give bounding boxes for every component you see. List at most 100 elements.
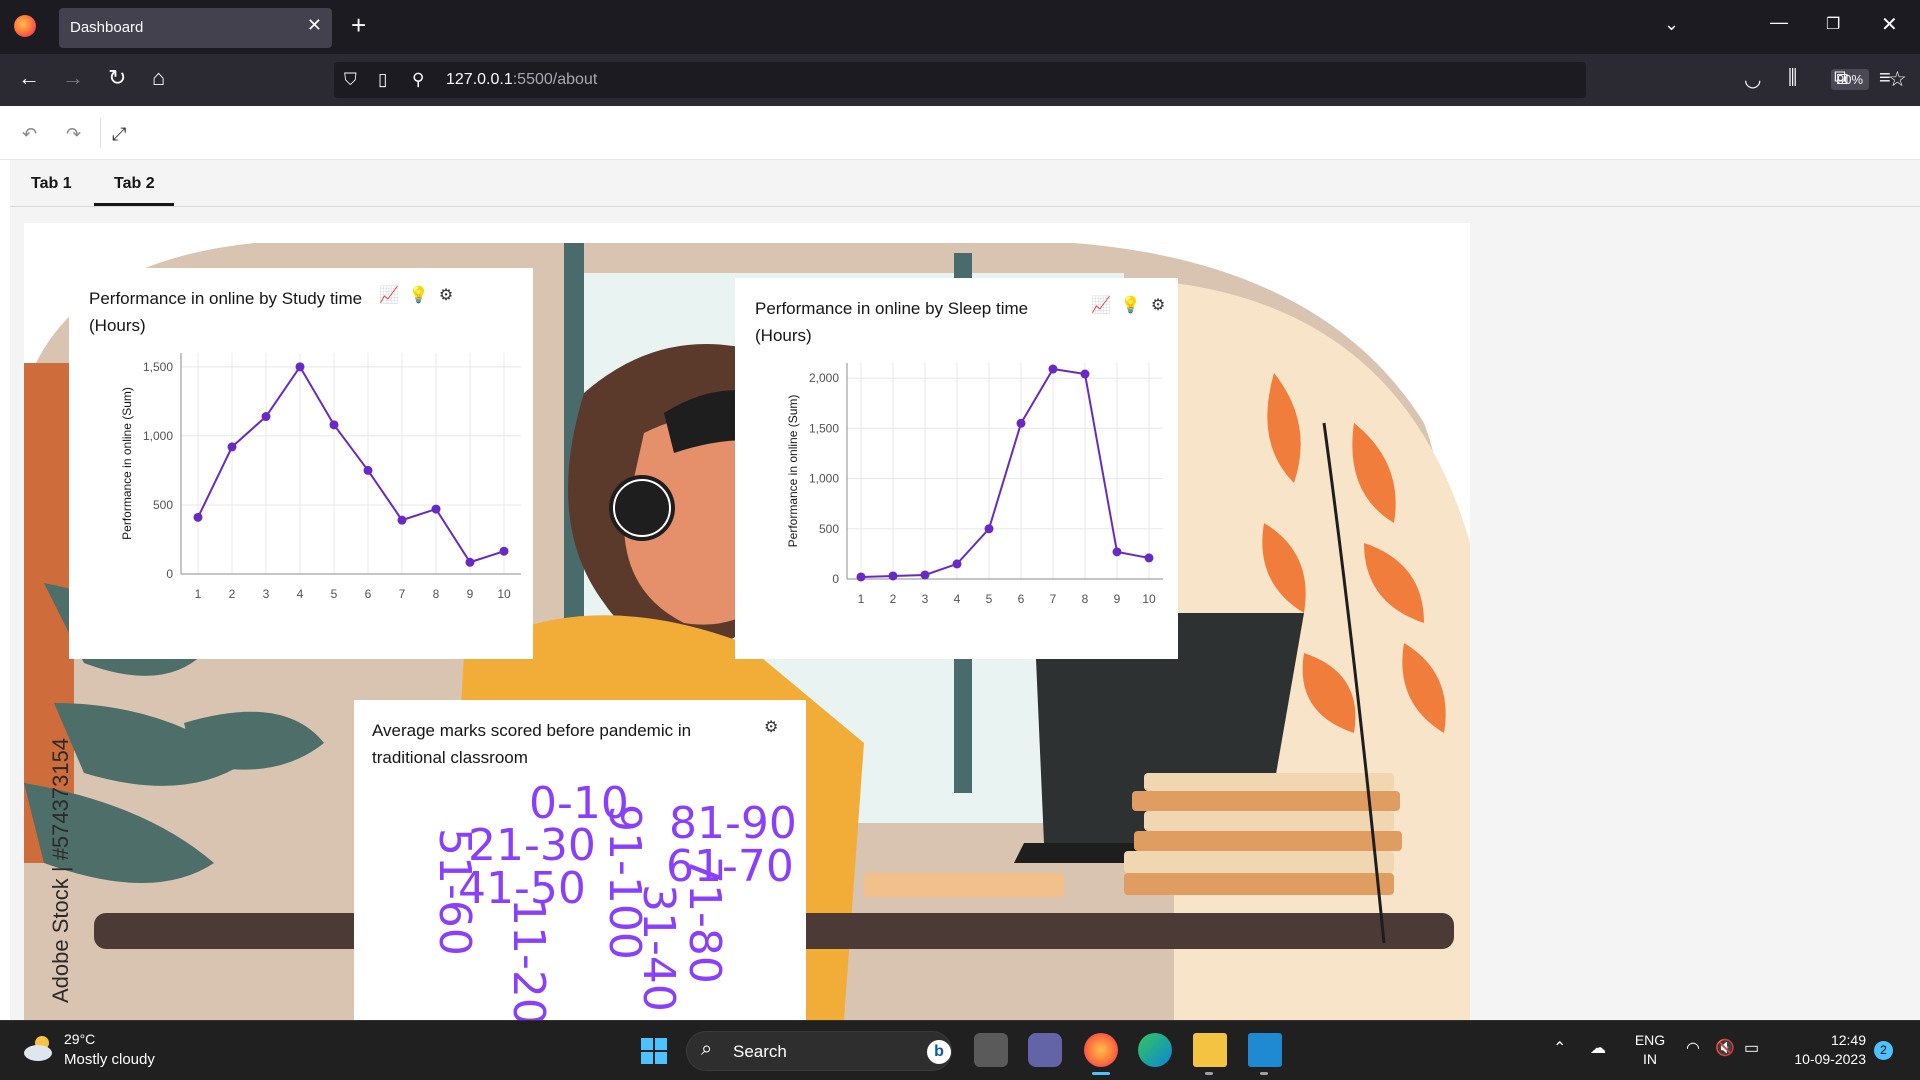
data-point	[856, 572, 866, 582]
close-window-button[interactable]: ✕	[1881, 12, 1898, 37]
cloudy-weather-icon[interactable]	[22, 1033, 56, 1063]
data-point	[984, 524, 994, 534]
selected-tab-indicator	[94, 203, 174, 206]
tracking-shield-icon[interactable]: ⛉	[344, 70, 357, 90]
series-line	[197, 364, 505, 564]
marks-wordcloud: 0-1021-3041-5051-6011-2091-100 81-9061-70…	[429, 778, 797, 1020]
file-explorer-icon[interactable]	[1193, 1033, 1227, 1067]
clock-date: 10-09-2023	[1794, 1051, 1866, 1067]
address-bar[interactable]: ⛉ ▯ ⚲ 127.0.0.1:5500/about 90% ☆	[334, 62, 1907, 98]
weather-description[interactable]: Mostly cloudy	[64, 1051, 155, 1068]
list-all-tabs-icon[interactable]: ⌄	[1664, 14, 1679, 35]
y-tick-label: 1,000	[143, 429, 173, 443]
data-point	[1112, 547, 1122, 557]
url-text[interactable]: 127.0.0.1:5500/about	[446, 71, 597, 89]
wordcloud-word: 71-80	[679, 856, 730, 984]
data-point	[363, 465, 373, 475]
keyboard-region: IN	[1643, 1051, 1657, 1067]
browser-navigation-bar: ← → ↻ ⌂ ⛉ ▯ ⚲ 127.0.0.1:5500/about 90% ☆…	[0, 54, 1920, 106]
data-point	[1048, 364, 1058, 374]
language-code: ENG	[1634, 1032, 1666, 1048]
show-hidden-icons-chevron-icon[interactable]: ⌃	[1553, 1039, 1566, 1058]
y-axis-label: Performance in online (Sum)	[120, 387, 134, 540]
wifi-icon[interactable]: ◠	[1686, 1039, 1700, 1058]
new-tab-button[interactable]: +	[351, 10, 366, 40]
x-tick-label: 4	[297, 587, 304, 601]
x-tick-label: 5	[986, 592, 993, 606]
home-icon[interactable]: ⌂	[152, 66, 165, 90]
windows-start-icon[interactable]	[641, 1038, 668, 1065]
series-line	[860, 367, 1150, 578]
data-point	[1016, 418, 1026, 428]
page-info-icon[interactable]: ▯	[378, 70, 387, 90]
y-tick-label: 1,500	[143, 360, 173, 374]
vscode-running-indicator	[1260, 1072, 1268, 1075]
data-point	[227, 442, 237, 452]
taskbar-search-box[interactable]: ⌕ Search b	[686, 1031, 952, 1071]
expand-icon[interactable]: ⤢	[112, 124, 126, 145]
firefox-taskbar-icon[interactable]	[1084, 1033, 1118, 1067]
data-point	[1144, 553, 1154, 563]
search-label: Search	[733, 1042, 787, 1061]
library-icon[interactable]: ⫼	[1788, 67, 1797, 90]
x-tick-label: 8	[433, 587, 440, 601]
battery-icon[interactable]: ▭	[1744, 1039, 1759, 1058]
study-time-chart-card: Performance in online by Study time (Hou…	[69, 268, 533, 659]
restore-window-button[interactable]: ❐	[1826, 14, 1840, 34]
redo-icon[interactable]: ↷	[66, 124, 81, 145]
close-tab-icon[interactable]: ✕	[307, 15, 322, 36]
x-tick-label: 10	[497, 587, 511, 601]
data-point	[261, 412, 271, 422]
back-arrow-icon[interactable]: ←	[18, 66, 40, 90]
weather-temperature[interactable]: 29°C	[64, 1031, 95, 1047]
task-view-icon[interactable]	[974, 1033, 1008, 1067]
vscode-icon[interactable]	[1248, 1033, 1282, 1067]
data-point	[193, 512, 203, 522]
browser-tab-strip: Dashboard ✕ + ⌄ — ❐ ✕	[0, 0, 1920, 54]
x-tick-label: 7	[1050, 592, 1057, 606]
browser-tab-title: Dashboard	[70, 19, 144, 36]
tab-1[interactable]: Tab 1	[31, 175, 72, 193]
y-tick-label: 0	[166, 567, 173, 581]
x-tick-label: 6	[365, 587, 372, 601]
url-path: :5500/about	[512, 71, 598, 88]
y-tick-label: 500	[153, 498, 173, 512]
forward-arrow-icon[interactable]: →	[62, 66, 84, 90]
undo-icon[interactable]: ↶	[22, 124, 37, 145]
language-indicator[interactable]: ENG IN	[1628, 1031, 1672, 1069]
firefox-logo-icon[interactable]	[14, 15, 36, 37]
extensions-icon[interactable]: ⧉	[1834, 67, 1848, 90]
stock-watermark: Adobe Stock | #574373154	[48, 738, 73, 1003]
x-tick-label: 2	[890, 592, 897, 606]
y-tick-label: 500	[819, 522, 839, 536]
bing-icon[interactable]: b	[927, 1040, 951, 1064]
search-icon: ⌕	[701, 1038, 713, 1060]
bookmark-star-icon[interactable]: ☆	[1888, 67, 1907, 92]
x-tick-label: 5	[331, 587, 338, 601]
x-tick-label: 1	[195, 587, 202, 601]
y-axis-label: Performance in online (Sum)	[786, 395, 800, 548]
data-point	[329, 420, 339, 430]
menu-icon[interactable]: ≡	[1879, 67, 1891, 90]
reload-icon[interactable]: ↻	[108, 66, 126, 90]
y-tick-label: 0	[832, 572, 839, 586]
notification-count-badge[interactable]: 2	[1874, 1041, 1893, 1060]
x-tick-label: 6	[1018, 592, 1025, 606]
permissions-icon[interactable]: ⚲	[412, 70, 424, 90]
edge-icon[interactable]	[1138, 1033, 1172, 1067]
minimize-window-button[interactable]: —	[1770, 12, 1788, 33]
toolbar-divider	[100, 118, 101, 148]
x-tick-label: 10	[1142, 592, 1156, 606]
pocket-icon[interactable]: ◡	[1744, 67, 1761, 92]
clock[interactable]: 12:49 10-09-2023	[1780, 1031, 1866, 1069]
volume-muted-icon[interactable]: 🔇	[1715, 1039, 1735, 1058]
windows-taskbar: 29°C Mostly cloudy ⌕ Search b ⌃ ☁ ENG IN…	[0, 1020, 1920, 1080]
onedrive-icon[interactable]: ☁	[1590, 1039, 1606, 1058]
x-tick-label: 2	[229, 587, 236, 601]
browser-tab[interactable]: Dashboard ✕	[59, 8, 332, 48]
firefox-active-indicator	[1092, 1072, 1110, 1075]
teams-chat-icon[interactable]	[1028, 1033, 1062, 1067]
x-tick-label: 3	[263, 587, 270, 601]
x-tick-label: 8	[1082, 592, 1089, 606]
tab-2[interactable]: Tab 2	[114, 175, 155, 193]
